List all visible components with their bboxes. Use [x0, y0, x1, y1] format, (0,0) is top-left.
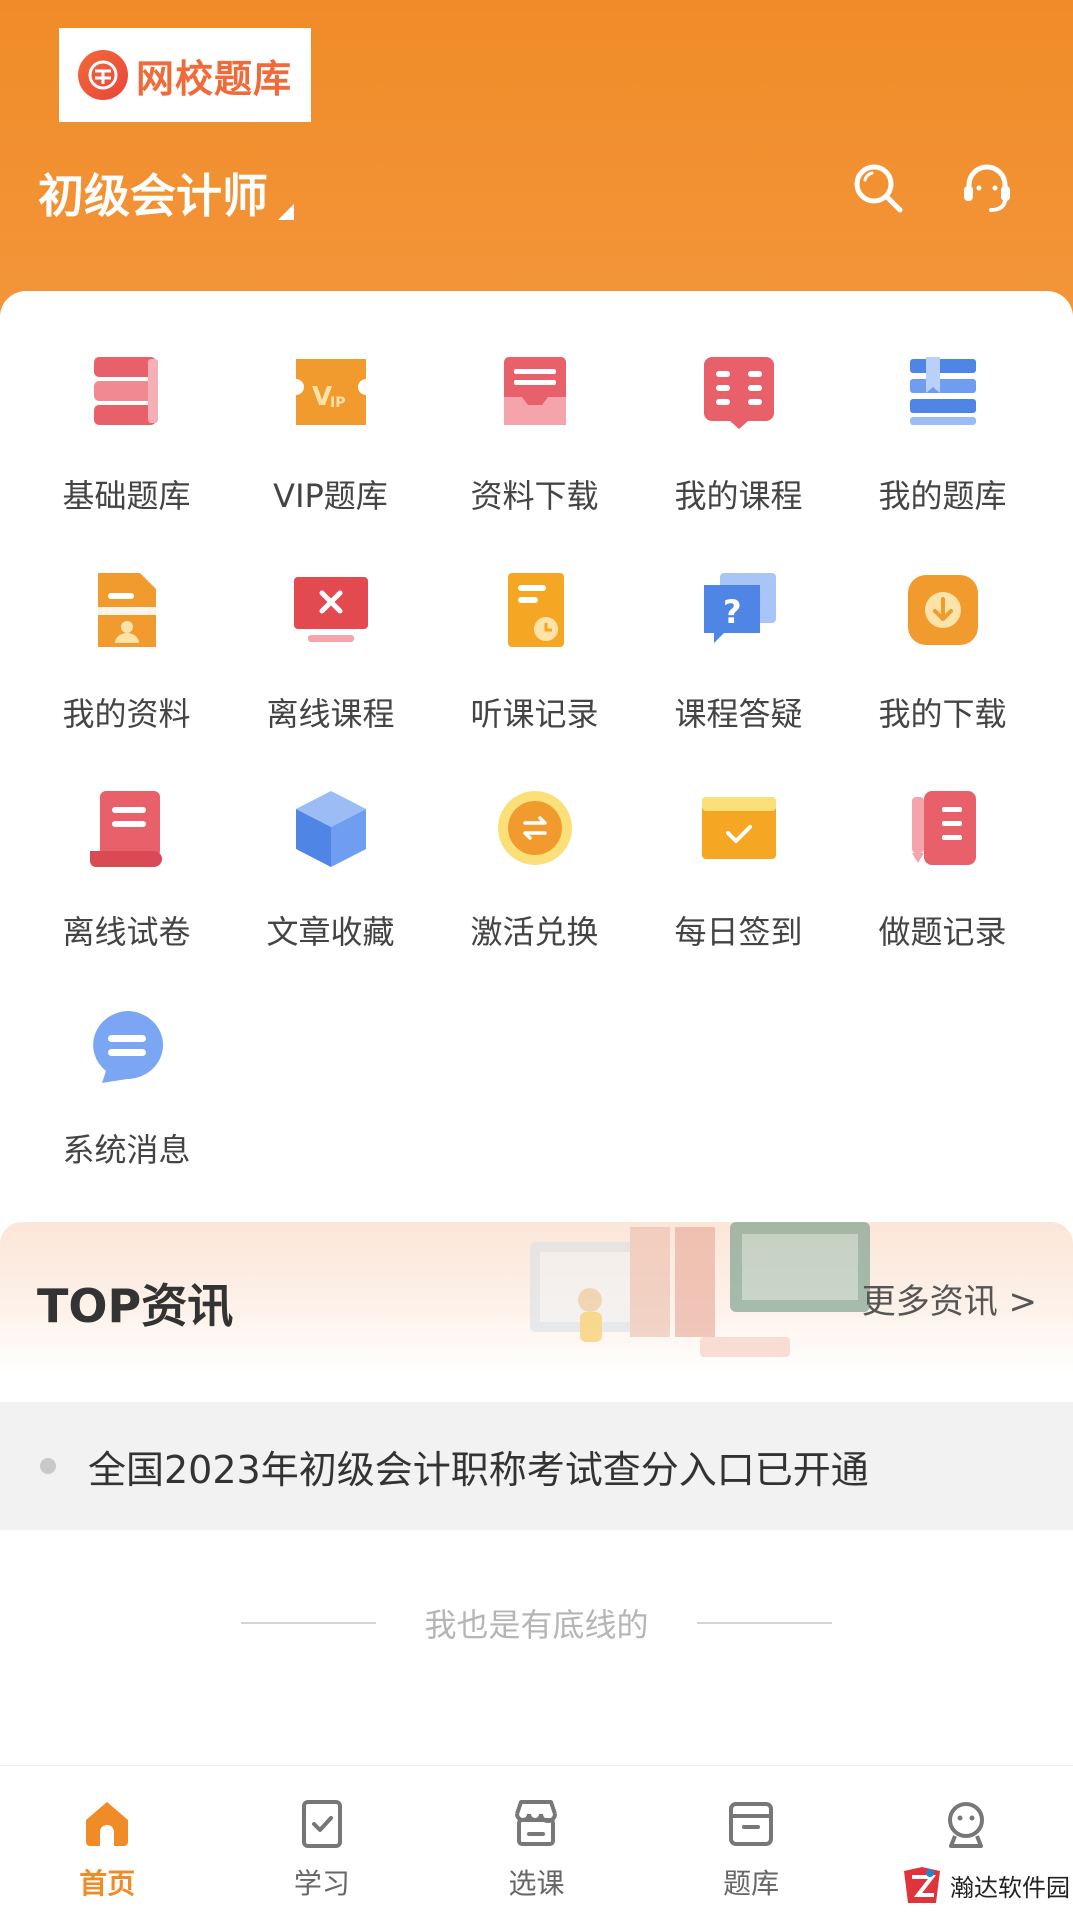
menu-item-vip-bank[interactable]: V IP VIP题库: [228, 339, 433, 539]
scroll-paper-icon: [89, 791, 162, 867]
menu-item-my-courses[interactable]: 我的课程: [636, 339, 841, 539]
menu-item-article-favorites[interactable]: 文章收藏: [228, 775, 433, 975]
menu-item-practice-history[interactable]: 做题记录: [840, 775, 1045, 975]
svg-text:IP: IP: [330, 395, 345, 411]
end-of-list-divider: 我也是有底线的: [0, 1598, 1073, 1648]
divider-line: [241, 1622, 377, 1624]
download-icon: [907, 575, 978, 645]
user-document-icon: [97, 573, 156, 647]
caret-down-icon: [278, 204, 294, 220]
robot-icon: [947, 1802, 984, 1848]
svg-text:?: ?: [723, 593, 742, 631]
menu-item-my-materials[interactable]: 我的资料: [24, 557, 229, 757]
logo-text: 网校题库: [135, 56, 292, 101]
news-header: TOP资讯 更多资讯 >: [0, 1222, 1073, 1372]
feature-panel: 基础题库 V IP VIP题库 资料下载 我的课程 我的题库 我的资料 离线课程…: [0, 291, 1073, 1291]
tray-download-icon: [503, 357, 566, 425]
menu-item-label: 我的资料: [62, 695, 191, 733]
tab-label: 题库: [723, 1867, 780, 1900]
tab-label: 学习: [293, 1867, 350, 1900]
menu-item-course-qa[interactable]: ? 课程答疑: [636, 557, 841, 757]
exchange-coin-icon: [497, 791, 572, 865]
divider-line: [696, 1622, 832, 1624]
app-logo: 网校题库: [59, 28, 311, 122]
news-section-title: TOP资讯: [37, 1279, 234, 1333]
customer-service-icon[interactable]: [957, 158, 1017, 218]
menu-item-label: 我的题库: [878, 477, 1007, 515]
watermark-text: 瀚达软件园: [950, 1873, 1070, 1902]
news-item-title: 全国2023年初级会计职称考试查分入口已开通: [88, 1447, 869, 1492]
study-illustration: [530, 1222, 870, 1357]
tab-question-bank[interactable]: 题库: [644, 1766, 859, 1913]
menu-item-label: 我的下载: [878, 695, 1007, 733]
menu-item-label: 激活兑换: [470, 913, 599, 951]
menu-item-material-download[interactable]: 资料下载: [432, 339, 637, 539]
tab-courses[interactable]: 选课: [429, 1766, 644, 1913]
menu-item-my-downloads[interactable]: 我的下载: [840, 557, 1045, 757]
cube-icon: [295, 791, 366, 867]
menu-item-offline-papers[interactable]: 离线试卷: [24, 775, 229, 975]
store-icon: [515, 1800, 558, 1846]
menu-item-daily-checkin[interactable]: 每日签到: [636, 775, 841, 975]
bookmark-list-icon: [909, 357, 976, 425]
notebook-pencil-icon: [911, 791, 976, 865]
home-icon: [86, 1802, 129, 1846]
archive-box-icon: [729, 1802, 774, 1846]
watermark: 瀚达软件园: [896, 1857, 1073, 1913]
menu-item-label: 系统消息: [62, 1131, 191, 1169]
tab-label: 首页: [79, 1867, 136, 1900]
open-book-icon: [703, 357, 774, 429]
books-icon: [93, 357, 158, 425]
offline-screen-icon: [293, 577, 368, 642]
clock-document-icon: [507, 573, 564, 647]
clipboard-check-icon: [301, 1800, 342, 1848]
tab-home[interactable]: 首页: [0, 1766, 215, 1913]
menu-item-label: 资料下载: [470, 477, 599, 515]
news-list-item[interactable]: 全国2023年初级会计职称考试查分入口已开通: [0, 1402, 1073, 1530]
menu-item-label: 我的课程: [674, 477, 803, 515]
menu-item-label: VIP题库: [273, 477, 388, 515]
menu-item-label: 听课记录: [470, 695, 599, 733]
tab-study[interactable]: 学习: [215, 1766, 430, 1913]
end-of-list-text: 我也是有底线的: [424, 1606, 649, 1644]
menu-item-label: 课程答疑: [674, 695, 803, 733]
menu-item-my-bank[interactable]: 我的题库: [840, 339, 1045, 539]
watermark-logo-icon: [904, 1867, 940, 1903]
exam-selector[interactable]: 初级会计师: [38, 160, 294, 226]
menu-item-label: 离线试卷: [62, 913, 191, 951]
menu-item-basic-bank[interactable]: 基础题库: [24, 339, 229, 539]
vip-ticket-icon: V IP: [295, 359, 366, 425]
question-chat-icon: ?: [703, 573, 776, 643]
menu-item-system-messages[interactable]: 系统消息: [24, 993, 229, 1193]
message-bubble-icon: [92, 1011, 163, 1083]
menu-item-activate-redeem[interactable]: 激活兑换: [432, 775, 637, 975]
app-header: 网校题库 初级会计师: [0, 0, 1073, 320]
menu-item-label: 文章收藏: [266, 913, 395, 951]
exam-name: 初级会计师: [38, 169, 268, 223]
more-news-link[interactable]: 更多资讯 >: [862, 1274, 1037, 1323]
menu-item-label: 做题记录: [878, 913, 1007, 951]
logo-mark-icon: [77, 50, 128, 100]
check-card-icon: [701, 797, 776, 859]
menu-item-study-history[interactable]: 听课记录: [432, 557, 637, 757]
tab-label: 选课: [508, 1867, 565, 1900]
menu-item-offline-courses[interactable]: 离线课程: [228, 557, 433, 757]
menu-item-label: 离线课程: [266, 695, 395, 733]
bullet-dot-icon: [40, 1458, 56, 1474]
menu-item-label: 基础题库: [62, 477, 191, 515]
search-icon[interactable]: [848, 158, 908, 218]
menu-item-label: 每日签到: [674, 913, 803, 951]
